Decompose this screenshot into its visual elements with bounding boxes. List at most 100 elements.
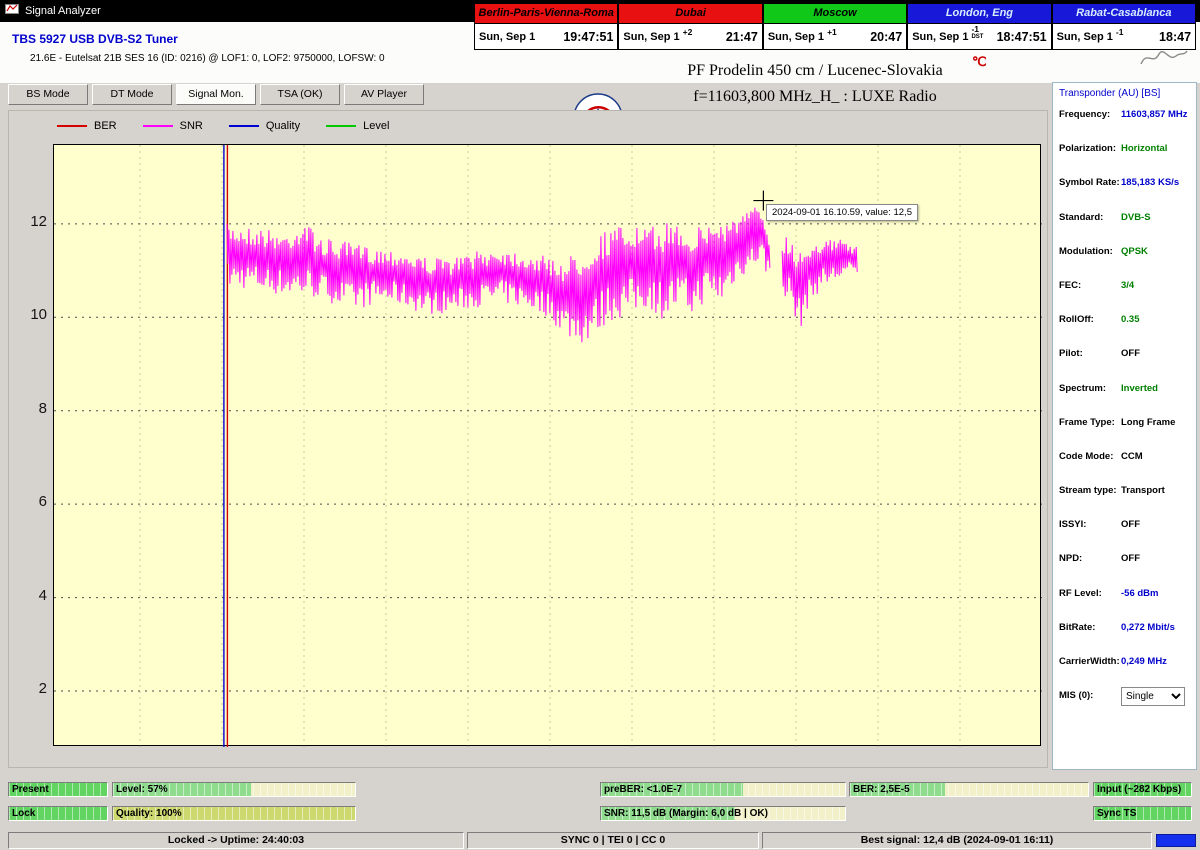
tp-value: Inverted [1121, 383, 1158, 394]
tp-row-npd: NPD:OFF [1053, 551, 1196, 585]
tp-label: Frame Type: [1059, 417, 1121, 428]
tp-row-spectrum: Spectrum:Inverted [1053, 381, 1196, 415]
tp-row-polarization: Polarization:Horizontal [1053, 141, 1196, 175]
tp-row-rf-level: RF Level:-56 dBm [1053, 586, 1196, 620]
legend-swatch-icon [229, 125, 259, 127]
transponder-panel: Transponder (AU) [BS] Frequency:11603,85… [1052, 82, 1197, 770]
tab-av-player[interactable]: AV Player [344, 84, 424, 105]
tp-value: OFF [1121, 553, 1140, 564]
tp-label: Frequency: [1059, 109, 1121, 120]
indicator-label: SNR: 11,5 dB (Margin: 6,0 dB | OK) [604, 807, 768, 820]
clock-date: Sun, Sep 1 [768, 31, 824, 43]
chart-legend: BERSNRQualityLevel [57, 115, 389, 137]
clock-rabat-casablanca: Rabat-CasablancaSun, Sep 1-118:47 [1052, 3, 1196, 50]
tp-label: Code Mode: [1059, 451, 1121, 462]
tp-row-symbol-rate: Symbol Rate:185,183 KS/s [1053, 175, 1196, 209]
clock-time-row: Sun, Sep 1 19:47:51 [475, 24, 617, 49]
tp-value: 0.35 [1121, 314, 1140, 325]
indicator-preber: preBER: <1.0E-7 [600, 782, 846, 797]
tab-tsa-ok[interactable]: TSA (OK) [260, 84, 340, 105]
y-tick-8: 8 [11, 400, 47, 417]
transponder-panel-title: Transponder (AU) [BS] [1059, 88, 1196, 99]
indicator-input-282-kbps: Input (~282 Kbps) [1093, 782, 1192, 797]
indicator-quality: Quality: 100% [112, 806, 356, 821]
chart-tooltip: 2024-09-01 16.10.59, value: 12,5 [766, 204, 918, 221]
status-bar: Locked -> Uptime: 24:40:03 SYNC 0 | TEI … [0, 831, 1200, 850]
indicator-row-2: Lock Quality: 100% SNR: 11,5 dB (Margin: 6… [0, 806, 1200, 821]
tp-row-fec: FEC:3/4 [1053, 278, 1196, 312]
indicator-label: Present [12, 783, 49, 796]
clock-time: 21:47 [726, 30, 758, 44]
clock-time: 19:47:51 [563, 30, 613, 44]
indicator-sync-ts: Sync TS [1093, 806, 1192, 821]
clock-city: Dubai [619, 4, 761, 24]
clock-city: Moscow [764, 4, 906, 24]
tp-label: BitRate: [1059, 622, 1121, 633]
tab-bar: BS ModeDT ModeSignal Mon.TSA (OK)AV Play… [8, 84, 424, 105]
clock-time-row: Sun, Sep 1-1DST18:47:51 [908, 24, 1050, 49]
clock-time: 20:47 [870, 30, 902, 44]
tp-row-mis-0: MIS (0):Single [1053, 688, 1196, 722]
tp-value: 11603,857 MHz [1121, 109, 1188, 120]
legend-label: Level [363, 120, 389, 132]
tp-label: Stream type: [1059, 485, 1121, 496]
tp-label: Symbol Rate: [1059, 177, 1121, 188]
clock-moscow: Moscow Sun, Sep 1+1 20:47 [763, 3, 907, 50]
clock-city: London, Eng [908, 4, 1050, 24]
site-line: PF Prodelin 450 cm / Lucenec-Slovakia [625, 62, 1005, 80]
tp-value: Horizontal [1121, 143, 1167, 154]
tp-row-modulation: Modulation:QPSK [1053, 244, 1196, 278]
legend-snr: SNR [143, 120, 203, 132]
indicator-label: Lock [12, 807, 35, 820]
clock-time: 18:47:51 [997, 30, 1047, 44]
tp-label: Spectrum: [1059, 383, 1121, 394]
transponder-rows: Frequency:11603,857 MHz Polarization:Hori… [1053, 107, 1196, 722]
tp-label: Modulation: [1059, 246, 1121, 257]
chart-panel: BERSNRQualityLevel 24681012 2024-09-01 1… [8, 110, 1048, 768]
clock-london-eng: London, EngSun, Sep 1-1DST18:47:51 [907, 3, 1051, 50]
indicator-ber: BER: 2,5E-5 [849, 782, 1089, 797]
temperature-icon: ℃ [972, 54, 987, 70]
clock-date: Sun, Sep 1 [1057, 31, 1113, 43]
tp-value: OFF [1121, 348, 1140, 359]
world-clocks: Berlin-Paris-Vienna-RomaSun, Sep 119:47:… [474, 3, 1196, 50]
tp-label: CarrierWidth: [1059, 656, 1121, 667]
legend-swatch-icon [143, 125, 173, 127]
tab-dt-mode[interactable]: DT Mode [92, 84, 172, 105]
y-tick-4: 4 [11, 587, 47, 604]
clock-date: Sun, Sep 1 [479, 31, 535, 43]
tp-label: Pilot: [1059, 348, 1121, 359]
mis-select[interactable]: Single [1121, 687, 1185, 706]
status-blue-indicator [1156, 834, 1196, 847]
tab-bs-mode[interactable]: BS Mode [8, 84, 88, 105]
tp-value: 0,272 Mbit/s [1121, 622, 1175, 633]
tp-row-code-mode: Code Mode:CCM [1053, 449, 1196, 483]
y-tick-6: 6 [11, 493, 47, 510]
clock-time-row: Sun, Sep 1+221:47 [619, 24, 761, 49]
clock-utc-offset: -1DST [971, 25, 983, 40]
status-best-signal: Best signal: 12,4 dB (2024-09-01 16:11) [762, 832, 1152, 849]
indicator-label: preBER: <1.0E-7 [604, 783, 682, 796]
clock-utc-offset: +2 [683, 28, 693, 37]
window-title: Signal Analyzer [25, 5, 101, 17]
tp-label: Polarization: [1059, 143, 1121, 154]
tab-signal-mon[interactable]: Signal Mon. [176, 84, 256, 105]
tuner-name: TBS 5927 USB DVB-S2 Tuner [12, 32, 178, 46]
tp-value: CCM [1121, 451, 1143, 462]
tp-value: -56 dBm [1121, 588, 1158, 599]
tp-label: NPD: [1059, 553, 1121, 564]
tp-value: QPSK [1121, 246, 1148, 257]
tp-label: RF Level: [1059, 588, 1121, 599]
indicator-label: Sync TS [1097, 807, 1136, 820]
legend-quality: Quality [229, 120, 300, 132]
legend-swatch-icon [326, 125, 356, 127]
tuner-details: 21.6E - Eutelsat 21B SES 16 (ID: 0216) @… [30, 53, 385, 64]
tp-label: Standard: [1059, 212, 1121, 223]
tp-value: 185,183 KS/s [1121, 177, 1179, 188]
tp-row-frame-type: Frame Type:Long Frame [1053, 415, 1196, 449]
tp-row-pilot: Pilot:OFF [1053, 346, 1196, 380]
plot-area[interactable]: 2024-09-01 16.10.59, value: 12,5 [53, 144, 1041, 746]
clock-utc-offset: +1 [827, 28, 837, 37]
status-sync-counters: SYNC 0 | TEI 0 | CC 0 [467, 832, 759, 849]
clock-time: 18:47 [1159, 30, 1191, 44]
